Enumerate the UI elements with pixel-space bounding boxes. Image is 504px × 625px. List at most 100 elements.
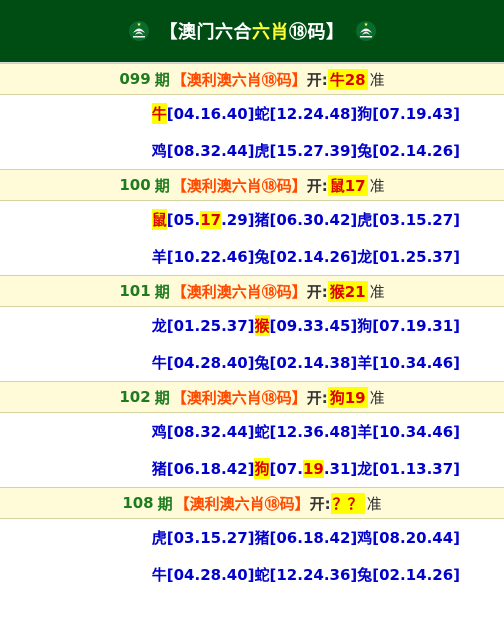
prediction-segment: 猪 [254,529,270,547]
kai-label: 开: [306,388,328,407]
prediction-segment: 兔 [254,354,270,372]
prediction-segment: .31] [323,459,358,478]
prediction-line: 鸡 [08.32.44] 蛇 [12.36.48] 羊 [10.34.46] [0,413,504,450]
kai-label: 开: [306,176,328,195]
prediction-segment: [08.20.44] [372,528,460,547]
prediction-segment: [06.18.42] [166,459,255,478]
prediction-line: 虎 [03.15.27] 猪 [06.18.42] 鸡 [08.20.44] [0,519,504,556]
prediction-segment: 蛇 [254,566,270,584]
prediction-segment: 兔 [254,248,270,266]
title-part-2: 六肖 [252,22,289,43]
prediction-block: 虎 [03.15.27] 猪 [06.18.42] 鸡 [08.20.44] 牛 [04.28… [0,519,504,593]
zhun-label: 准 [369,176,385,195]
prediction-segment: [01.13.37] [372,459,460,478]
highlighted-hit: 19 [302,459,324,478]
prediction-segment: [02.14.26] [269,247,358,266]
period-number: 099 [119,70,151,88]
lotus-emblem-icon: ★ [128,20,150,42]
prediction-segment: 龙 [357,248,373,266]
period-result: 狗19 [327,386,368,408]
period-label: 【澳利澳六肖⑱码】 [171,70,307,89]
prediction-segment: [07. [269,459,303,478]
zhun-label: 准 [369,282,385,301]
prediction-line: 鸡 [08.32.44] 虎 [15.27.39] 兔 [02.14.26] [0,132,504,169]
title-bracket-open: 【 [159,22,178,43]
prediction-segment: [12.24.48] [269,104,358,123]
prediction-segment: 狗 [357,105,373,123]
prediction-segment: [06.30.42] [269,210,358,229]
prediction-line: 羊 [10.22.46] 兔 [02.14.26] 龙 [01.25.37] [0,238,504,275]
prediction-block: 龙 [01.25.37] 猴 [09.33.45] 狗 [07.19.31] 牛 [04.28… [0,307,504,381]
prediction-line: 牛 [04.28.40] 蛇 [12.24.36] 兔 [02.14.26] [0,556,504,593]
prediction-segment: 鸡 [151,142,167,160]
prediction-segment: 猪 [151,460,167,478]
period-header: 102 期【澳利澳六肖⑱码】 开: 狗19 准 [0,381,504,413]
zhun-label: 准 [366,494,382,513]
period-label: 【澳利澳六肖⑱码】 [171,388,307,407]
prediction-segment: [02.14.26] [372,141,460,160]
period-label: 【澳利澳六肖⑱码】 [174,494,310,513]
prediction-segment: [04.16.40] [166,104,255,123]
prediction-segment: [03.15.27] [372,210,460,229]
prediction-segment: 羊 [151,248,167,266]
prediction-segment: [15.27.39] [269,141,358,160]
period-result: 牛28 [327,68,368,90]
period-qi-label: 期 [154,388,170,407]
prediction-segment: [04.28.40] [166,353,255,372]
period-number: 100 [119,176,151,194]
period-qi-label: 期 [154,70,170,89]
period-label: 【澳利澳六肖⑱码】 [171,176,307,195]
prediction-segment: [12.36.48] [269,422,358,441]
period-qi-label: 期 [154,282,170,301]
kai-label: 开: [306,282,328,301]
prediction-segment: [08.32.44] [166,422,255,441]
title-part-3: ⑱码 [289,22,326,43]
prediction-segment: [03.15.27] [166,528,255,547]
prediction-segment: 狗 [357,317,373,335]
prediction-segment: [02.14.38] [269,353,358,372]
prediction-block: 鸡 [08.32.44] 蛇 [12.36.48] 羊 [10.34.46] 猪 [06.18… [0,413,504,487]
prediction-block: 鼠 [05. 17.29] 猪 [06.30.42] 虎 [03.15.27] 羊 [10.22… [0,201,504,275]
prediction-segment: .29] [221,210,255,229]
page-title: 【 澳门六合 六肖 ⑱码 】 [160,18,345,44]
prediction-segment: [06.18.42] [269,528,358,547]
period-header: 108 期【澳利澳六肖⑱码】 开:？？准 [0,487,504,519]
prediction-segment: [12.24.36] [269,565,358,584]
lotus-emblem-icon: ★ [355,20,377,42]
prediction-segment: [02.14.26] [372,565,460,584]
prediction-line: 牛 [04.28.40] 兔 [02.14.38] 羊 [10.34.46] [0,344,504,381]
prediction-segment: 蛇 [254,105,270,123]
period-number: 102 [119,388,151,406]
title-bracket-close: 】 [326,22,345,43]
highlighted-hit: 鼠 [151,209,167,230]
prediction-segment: [10.22.46] [166,247,255,266]
kai-label: 开: [309,494,331,513]
prediction-segment: 龙 [151,317,167,335]
prediction-segment: 鸡 [357,529,373,547]
prediction-segment: 鸡 [151,423,167,441]
page: ★ 【 澳门六合 六肖 ⑱码 】 ★ 099 期【澳利澳六肖⑱码】 开: 牛28 准牛[… [0,0,504,625]
zhun-label: 准 [369,388,385,407]
prediction-segment: [10.34.46] [372,353,460,372]
period-label: 【澳利澳六肖⑱码】 [171,282,307,301]
prediction-segment: 兔 [357,566,373,584]
prediction-segment: 兔 [357,142,373,160]
prediction-segment: [01.25.37] [372,247,460,266]
page-header: ★ 【 澳门六合 六肖 ⑱码 】 ★ [0,0,504,63]
highlighted-hit: 狗 [254,458,270,479]
prediction-segment: 羊 [357,423,373,441]
highlighted-hit: 17 [200,210,222,229]
prediction-segment: 虎 [254,142,270,160]
svg-text:★: ★ [363,22,368,28]
prediction-segment: 牛 [151,566,167,584]
prediction-line: 龙 [01.25.37] 猴 [09.33.45] 狗 [07.19.31] [0,307,504,344]
prediction-segment: 虎 [151,529,167,547]
prediction-line: 牛 [04.16.40] 蛇 [12.24.48] 狗 [07.19.43] [0,95,504,132]
prediction-segment: [09.33.45] [269,316,358,335]
period-result: 鼠17 [327,174,368,196]
period-list: 099 期【澳利澳六肖⑱码】 开: 牛28 准牛 [04.16.40] 蛇 [12.24.48… [0,63,504,593]
period-qi-label: 期 [157,494,173,513]
period-header: 099 期【澳利澳六肖⑱码】 开: 牛28 准 [0,63,504,95]
prediction-block: 牛 [04.16.40] 蛇 [12.24.48] 狗 [07.19.43] 鸡 [08.32… [0,95,504,169]
prediction-segment: 猪 [254,211,270,229]
